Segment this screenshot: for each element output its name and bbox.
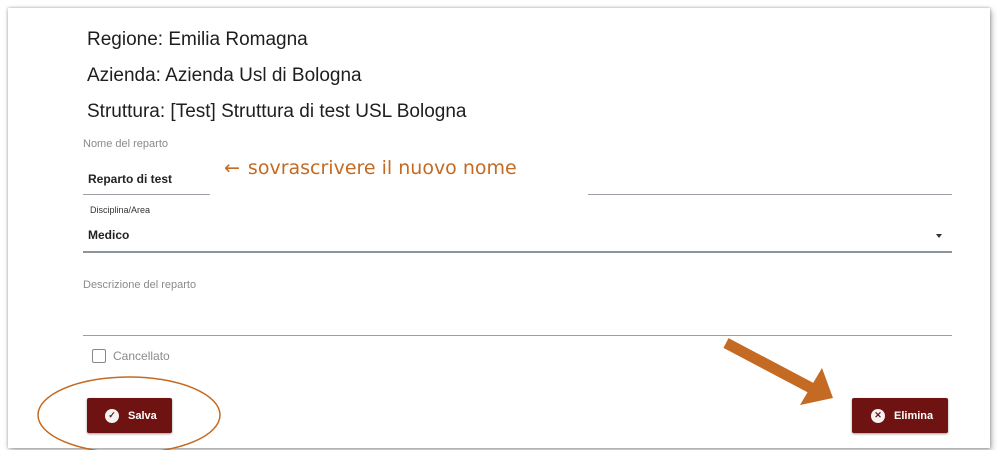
annotation-overlay [37, 338, 833, 450]
highlight-arrow-icon [723, 338, 833, 405]
highlight-ellipse [37, 376, 221, 450]
